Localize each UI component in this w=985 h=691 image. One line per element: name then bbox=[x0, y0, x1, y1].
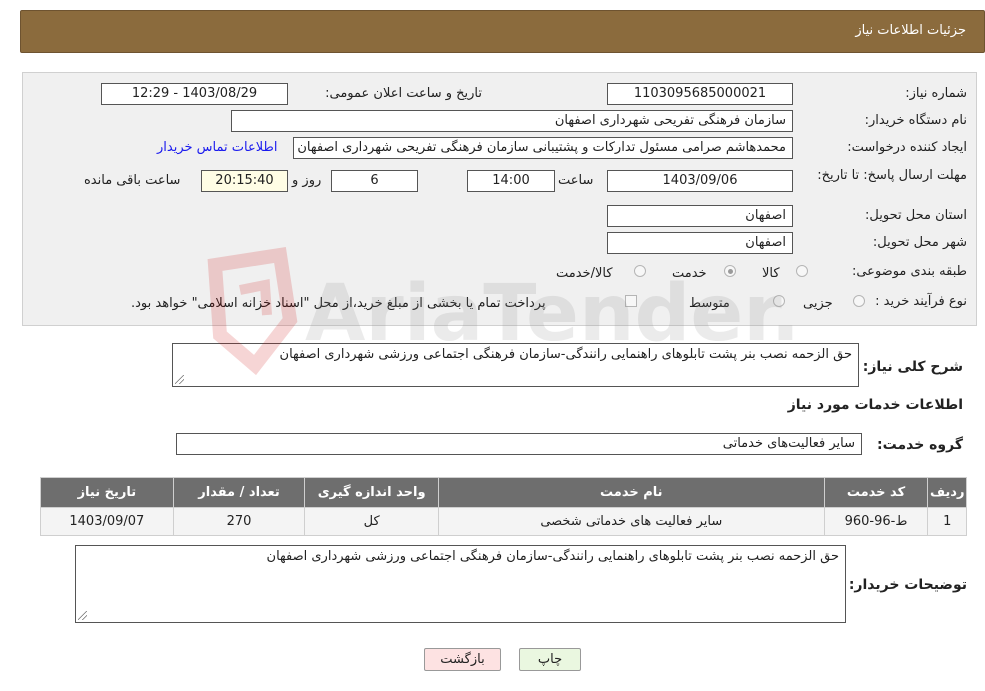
summary-textarea[interactable]: حق الزحمه نصب بنر پشت تابلوهای راهنمایی … bbox=[172, 343, 859, 387]
creator-label: ایجاد کننده درخواست: bbox=[847, 140, 967, 155]
summary-text: حق الزحمه نصب بنر پشت تابلوهای راهنمایی … bbox=[279, 347, 852, 362]
table-row: 1 ط-96-960 سایر فعالیت های خدماتی شخصی ک… bbox=[40, 507, 967, 536]
category-option-goods-service: کالا/خدمت bbox=[556, 266, 613, 281]
service-group-field: سایر فعالیت‌های خدماتی bbox=[176, 433, 862, 455]
category-radio-goods-service[interactable] bbox=[634, 265, 646, 277]
services-section-title: اطلاعات خدمات مورد نیاز bbox=[787, 397, 963, 413]
back-button[interactable]: بازگشت bbox=[424, 648, 501, 671]
category-option-service: خدمت bbox=[672, 266, 707, 281]
treasury-payment-note: پرداخت تمام یا بخشی از مبلغ خرید،از محل … bbox=[131, 296, 546, 311]
province-label: استان محل تحویل: bbox=[865, 208, 967, 223]
announce-date-label: تاریخ و ساعت اعلان عمومی: bbox=[325, 86, 482, 101]
buyer-org-label: نام دستگاه خریدار: bbox=[864, 113, 967, 128]
print-button[interactable]: چاپ bbox=[519, 648, 581, 671]
col-unit: واحد اندازه گیری bbox=[304, 477, 439, 508]
service-group-label: گروه خدمت: bbox=[877, 437, 963, 453]
col-row-number: ردیف bbox=[927, 477, 967, 508]
process-type-label: نوع فرآیند خرید : bbox=[875, 294, 967, 309]
category-radio-service[interactable] bbox=[724, 265, 736, 277]
need-number-field: 1103095685000021 bbox=[607, 83, 793, 105]
col-service-name: نام خدمت bbox=[437, 477, 825, 508]
summary-label: شرح کلی نیاز: bbox=[862, 359, 963, 375]
process-option-minor: جزیی bbox=[803, 296, 833, 311]
cell-row-number: 1 bbox=[927, 507, 967, 536]
deadline-time-field: 14:00 bbox=[467, 170, 555, 192]
city-label: شهر محل تحویل: bbox=[872, 235, 967, 250]
cell-need-date: 1403/09/07 bbox=[40, 507, 174, 536]
days-label: روز و bbox=[292, 173, 322, 188]
announce-date-field: 1403/08/29 - 12:29 bbox=[101, 83, 288, 105]
resize-grip-icon[interactable] bbox=[78, 611, 87, 620]
buyer-contact-link[interactable]: اطلاعات تماس خریدار bbox=[157, 140, 277, 155]
resize-grip-icon[interactable] bbox=[175, 375, 184, 384]
buyer-notes-label: توضیحات خریدار: bbox=[848, 577, 967, 593]
creator-field: محمدهاشم صرامی مسئول تدارکات و پشتیبانی … bbox=[293, 137, 793, 159]
city-field: اصفهان bbox=[607, 232, 793, 254]
deadline-time-label: ساعت bbox=[558, 173, 594, 188]
category-radio-goods[interactable] bbox=[796, 265, 808, 277]
need-number-label: شماره نیاز: bbox=[905, 86, 967, 101]
buyer-org-field: سازمان فرهنگی تفریحی شهرداری اصفهان bbox=[231, 110, 793, 132]
time-remaining-field: 20:15:40 bbox=[201, 170, 288, 192]
col-quantity: تعداد / مقدار bbox=[172, 477, 306, 508]
time-remaining-label: ساعت باقی مانده bbox=[84, 173, 181, 188]
page-title: جزئیات اطلاعات نیاز bbox=[855, 23, 966, 38]
page-header: جزئیات اطلاعات نیاز bbox=[20, 10, 985, 53]
process-radio-minor[interactable] bbox=[853, 295, 865, 307]
deadline-label: مهلت ارسال پاسخ: تا تاریخ: bbox=[817, 168, 967, 183]
table-header-row: ردیف کد خدمت نام خدمت واحد اندازه گیری ت… bbox=[40, 477, 967, 508]
cell-unit: کل bbox=[304, 507, 439, 536]
col-need-date: تاریخ نیاز bbox=[40, 477, 174, 508]
deadline-date-field: 1403/09/06 bbox=[607, 170, 793, 192]
process-radio-medium[interactable] bbox=[773, 295, 785, 307]
cell-quantity: 270 bbox=[172, 507, 306, 536]
treasury-payment-checkbox[interactable] bbox=[625, 295, 637, 307]
province-field: اصفهان bbox=[607, 205, 793, 227]
days-remaining-field: 6 bbox=[331, 170, 418, 192]
buyer-notes-textarea[interactable]: حق الزحمه نصب بنر پشت تابلوهای راهنمایی … bbox=[75, 545, 846, 623]
col-service-code: کد خدمت bbox=[823, 477, 929, 508]
cell-service-name: سایر فعالیت های خدماتی شخصی bbox=[437, 507, 825, 536]
cell-service-code: ط-96-960 bbox=[823, 507, 929, 536]
category-label: طبقه بندی موضوعی: bbox=[851, 264, 967, 279]
category-option-goods: کالا bbox=[762, 266, 780, 281]
buyer-notes-text: حق الزحمه نصب بنر پشت تابلوهای راهنمایی … bbox=[266, 549, 839, 564]
services-table: ردیف کد خدمت نام خدمت واحد اندازه گیری ت… bbox=[40, 477, 967, 536]
process-option-medium: متوسط bbox=[689, 296, 730, 311]
